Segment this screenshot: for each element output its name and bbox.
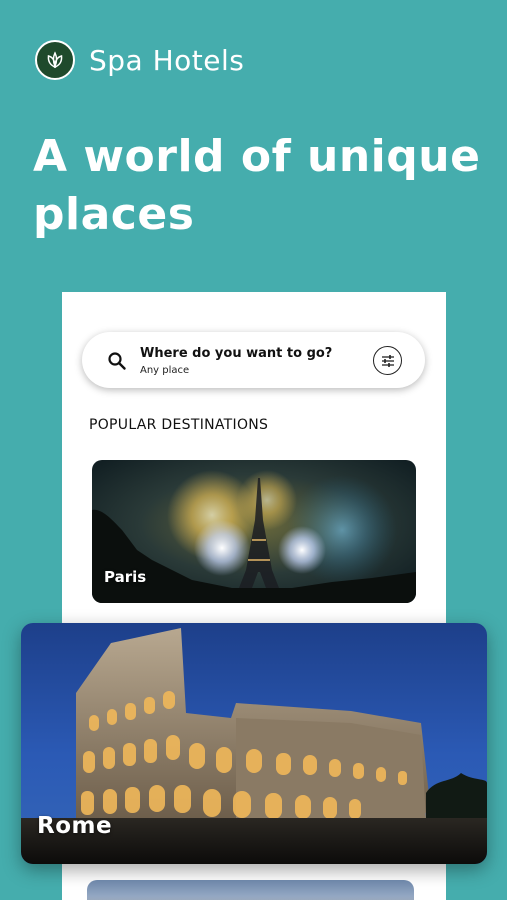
leaf-icon: [35, 40, 75, 80]
search-icon: [107, 351, 127, 371]
search-subtitle: Any place: [140, 365, 190, 376]
section-title: POPULAR DESTINATIONS: [89, 417, 269, 433]
sliders-icon: [381, 354, 394, 367]
brand-name: Spa Hotels: [89, 43, 245, 77]
destination-label-paris: Paris: [104, 568, 147, 586]
destination-label-rome: Rome: [37, 813, 113, 839]
hero-title: A world of unique places: [33, 131, 481, 240]
destination-card-rome[interactable]: Rome: [21, 623, 487, 864]
destination-card-paris[interactable]: Paris: [92, 460, 416, 603]
destination-card-next[interactable]: [87, 880, 414, 900]
filter-button[interactable]: [373, 346, 402, 375]
search-bar[interactable]: Where do you want to go? Any place: [82, 332, 425, 388]
search-title: Where do you want to go?: [140, 346, 333, 361]
brand-header: Spa Hotels: [35, 40, 244, 80]
